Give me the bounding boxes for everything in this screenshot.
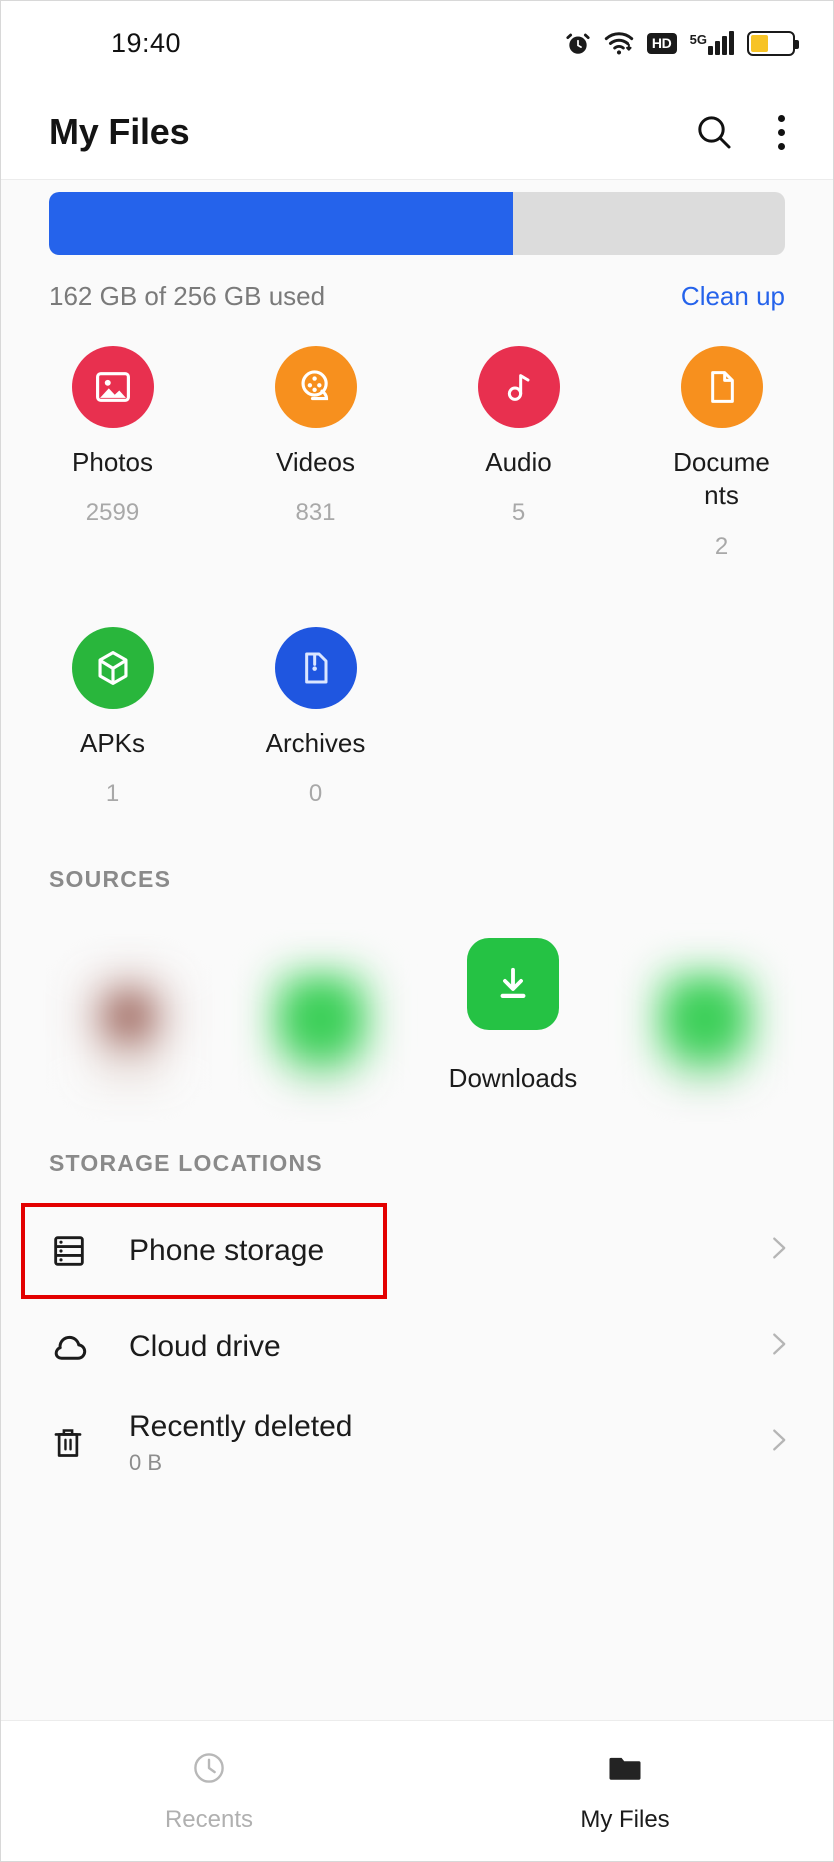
source-item-blurred-3[interactable] <box>609 963 801 1094</box>
category-count: 2599 <box>85 499 140 527</box>
category-label: Videos <box>275 447 356 477</box>
blurred-app-icon <box>646 963 764 1094</box>
photo-icon <box>71 346 154 428</box>
status-icon-group: HD 5G <box>565 30 799 57</box>
battery-icon <box>747 30 799 56</box>
storage-summary: 162 GB of 256 GB used Clean up <box>1 180 833 312</box>
storage-location-phone-storage[interactable]: Phone storage <box>1 1202 833 1299</box>
category-apks[interactable]: APKs 1 <box>11 626 214 810</box>
storage-progress-fill <box>49 192 513 255</box>
storage-location-subtitle: 0 B <box>129 1450 163 1476</box>
chevron-right-icon <box>763 1231 793 1270</box>
apk-icon <box>71 626 154 709</box>
nav-label: Recents <box>164 1805 254 1833</box>
storage-location-texts: Recently deleted 0 B <box>109 1410 763 1477</box>
status-bar: 19:40 HD 5G <box>1 1 833 85</box>
storage-location-title: Phone storage <box>129 1233 325 1267</box>
category-label: APKs <box>79 727 146 758</box>
sources-heading: SOURCES <box>49 865 172 892</box>
document-icon <box>680 346 763 428</box>
audio-icon <box>477 346 560 428</box>
nav-label: My Files <box>580 1805 670 1833</box>
storage-location-recently-deleted[interactable]: Recently deleted 0 B <box>1 1395 833 1491</box>
category-documents[interactable]: Documents 2 <box>620 346 823 563</box>
sources-row: Downloads <box>1 919 833 1094</box>
category-label: Archives <box>265 727 366 758</box>
category-grid-row-1: Photos 2599 Videos 831 Audio 5 Documents… <box>1 312 833 563</box>
bottom-navigation: Recents My Files <box>1 1720 833 1861</box>
storage-location-texts: Cloud drive <box>109 1330 763 1365</box>
wifi-icon <box>604 30 634 56</box>
category-archives[interactable]: Archives 0 <box>214 626 417 810</box>
clock-icon <box>190 1749 228 1792</box>
storage-location-title: Recently deleted <box>129 1409 353 1443</box>
app-bar: My Files <box>1 85 833 180</box>
trash-icon <box>49 1423 109 1463</box>
phone-storage-icon <box>49 1231 109 1271</box>
source-item-blurred-2[interactable] <box>225 963 417 1094</box>
category-count: 5 <box>511 499 526 527</box>
source-item-blurred-1[interactable] <box>33 963 225 1094</box>
storage-usage-text: 162 GB of 256 GB used <box>49 281 326 311</box>
chevron-right-icon <box>763 1423 793 1462</box>
category-count: 1 <box>105 779 120 807</box>
archive-icon <box>274 626 357 709</box>
source-item-downloads[interactable]: Downloads <box>417 919 609 1094</box>
app-bar-actions <box>694 111 793 154</box>
category-audio[interactable]: Audio 5 <box>417 346 620 563</box>
category-label: Audio <box>485 447 552 477</box>
download-tile <box>454 919 572 1049</box>
storage-locations-heading: STORAGE LOCATIONS <box>49 1149 323 1176</box>
category-photos[interactable]: Photos 2599 <box>11 346 214 563</box>
nav-item-recents[interactable]: Recents <box>1 1721 417 1861</box>
clean-up-button[interactable]: Clean up <box>681 281 785 312</box>
category-empty-slot <box>417 627 620 810</box>
cloud-icon <box>49 1326 109 1368</box>
category-label: Photos <box>72 447 153 477</box>
search-icon[interactable] <box>694 112 734 152</box>
signal-icon: 5G <box>690 31 734 55</box>
video-icon <box>274 346 357 428</box>
blurred-app-icon <box>262 963 380 1094</box>
storage-progress-bar <box>49 192 785 255</box>
category-label: Documents <box>673 447 770 511</box>
overflow-menu-icon[interactable] <box>770 111 793 154</box>
category-count: 2 <box>714 532 729 560</box>
category-count: 831 <box>295 499 336 527</box>
category-videos[interactable]: Videos 831 <box>214 346 417 563</box>
category-empty-slot <box>620 627 823 810</box>
storage-location-title: Cloud drive <box>129 1329 281 1363</box>
main-content: 162 GB of 256 GB used Clean up Photos 25… <box>1 180 833 1511</box>
folder-icon <box>605 1749 645 1792</box>
chevron-right-icon <box>763 1327 793 1366</box>
alarm-icon <box>565 30 591 57</box>
status-time: 19:40 <box>111 27 182 58</box>
phone-screen: 19:40 HD 5G My Files 162 GB of 256 GB us… <box>0 0 834 1862</box>
category-count: 0 <box>308 779 323 807</box>
storage-locations-list: Phone storage Cloud drive Recently delet… <box>1 1202 833 1491</box>
hd-icon: HD <box>646 32 677 54</box>
storage-location-cloud-drive[interactable]: Cloud drive <box>1 1299 833 1395</box>
page-title: My Files <box>49 111 190 152</box>
storage-location-texts: Phone storage <box>109 1234 763 1269</box>
source-label: Downloads <box>448 1062 578 1093</box>
nav-item-my-files[interactable]: My Files <box>417 1721 833 1861</box>
category-grid-row-2: APKs 1 Archives 0 <box>1 593 833 810</box>
blurred-app-icon <box>70 963 188 1094</box>
download-icon <box>467 937 559 1030</box>
signal-bars-icon <box>708 31 734 55</box>
network-type-label: 5G <box>689 32 707 47</box>
storage-meta: 162 GB of 256 GB used Clean up <box>49 281 785 312</box>
